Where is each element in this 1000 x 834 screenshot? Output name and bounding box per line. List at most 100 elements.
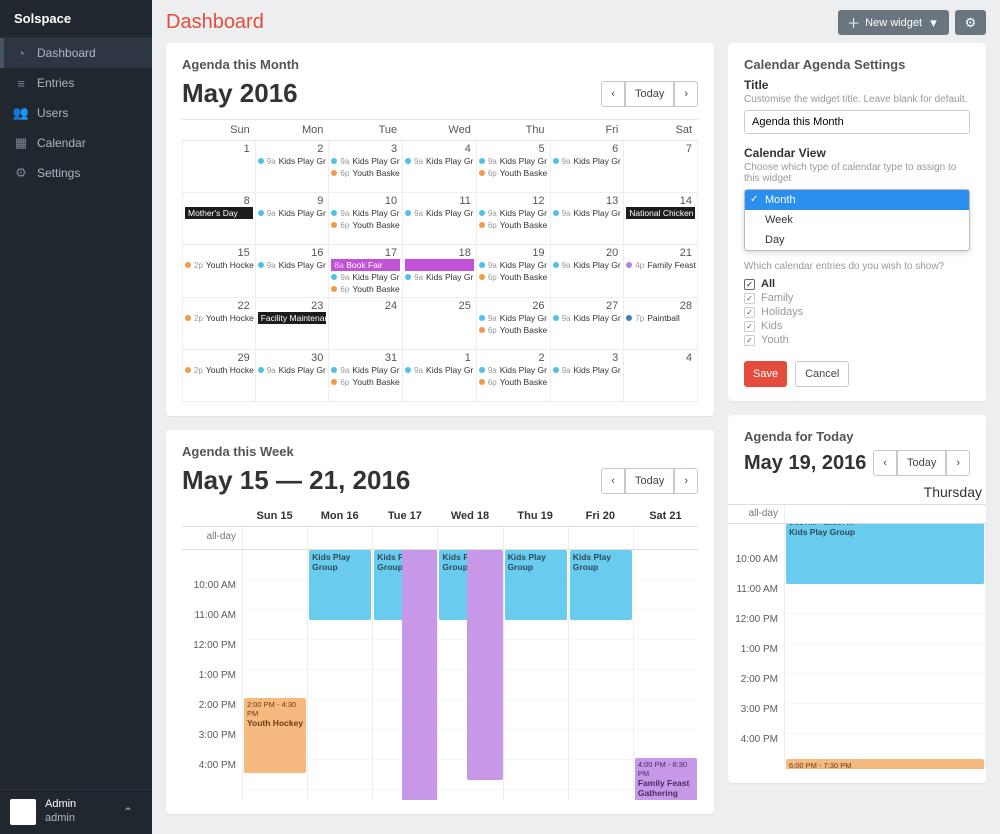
today-button[interactable]: Today xyxy=(897,450,946,476)
event-dot[interactable]: 9aKids Play Gr xyxy=(479,312,548,324)
event-dot[interactable]: 9aKids Play Gr xyxy=(553,155,622,167)
week-event[interactable]: Kids Play Group xyxy=(505,550,567,620)
calendar-cell[interactable]: 8Mother's Day xyxy=(182,193,256,245)
sidebar-item-dashboard[interactable]: ◔Dashboard xyxy=(0,38,152,68)
calendar-cell[interactable]: 39aKids Play Gr xyxy=(551,350,625,402)
sidebar-item-users[interactable]: 👥Users xyxy=(0,98,152,128)
calendar-cell[interactable]: 25 xyxy=(403,298,477,350)
today-button[interactable]: Today xyxy=(625,468,674,494)
dropdown-option[interactable]: Day xyxy=(745,230,969,250)
save-button[interactable]: Save xyxy=(744,361,787,387)
event-dot[interactable]: 9aKids Play Gr xyxy=(331,155,400,167)
event-dot[interactable]: 6pYouth Baske xyxy=(479,219,548,231)
event-dot[interactable]: 2pYouth Hocke xyxy=(185,259,253,271)
week-event[interactable] xyxy=(467,550,502,780)
prev-button[interactable]: ‹ xyxy=(601,81,625,107)
event-dot[interactable]: 9aKids Play Gr xyxy=(258,207,327,219)
calendar-cell[interactable]: 69aKids Play Gr xyxy=(551,141,625,193)
event-dot[interactable]: 9aKids Play Gr xyxy=(258,259,327,271)
event-block[interactable] xyxy=(405,259,474,271)
event-dot[interactable]: 9aKids Play Gr xyxy=(553,207,622,219)
event-dot[interactable]: 9aKids Play Gr xyxy=(479,259,548,271)
event-dot[interactable]: 6pYouth Baske xyxy=(331,219,400,231)
calendar-cell[interactable]: 39aKids Play Gr6pYouth Baske xyxy=(329,141,403,193)
calendar-cell[interactable]: 29aKids Play Gr xyxy=(256,141,330,193)
dropdown-option[interactable]: Month xyxy=(745,190,969,210)
calendar-cell[interactable]: 269aKids Play Gr6pYouth Baske xyxy=(477,298,551,350)
checkbox-family[interactable]: ✓Family xyxy=(744,291,970,305)
event-dot[interactable]: 9aKids Play Gr xyxy=(553,364,622,376)
event-dot[interactable]: 9aKids Play Gr xyxy=(405,364,474,376)
calendar-cell[interactable]: 7 xyxy=(624,141,698,193)
week-event[interactable] xyxy=(402,550,437,800)
calendar-cell[interactable]: 18 9aKids Play Gr xyxy=(403,245,477,298)
checkbox-kids[interactable]: ✓Kids xyxy=(744,319,970,333)
calendar-cell[interactable]: 109aKids Play Gr6pYouth Baske xyxy=(329,193,403,245)
checkbox-holidays[interactable]: ✓Holidays xyxy=(744,305,970,319)
week-event[interactable]: 4:00 PM - 6:30 PMFamily Feast Gathering xyxy=(635,758,697,800)
calendar-cell[interactable]: 279aKids Play Gr xyxy=(551,298,625,350)
event-dot[interactable]: 6pYouth Baske xyxy=(331,376,400,388)
event-block[interactable]: Mother's Day xyxy=(185,207,253,219)
calendar-cell[interactable]: 152pYouth Hocke xyxy=(182,245,256,298)
settings-button[interactable]: ⚙ xyxy=(955,10,986,35)
event-dot[interactable]: 9aKids Play Gr xyxy=(479,207,548,219)
calendar-cell[interactable]: 309aKids Play Gr xyxy=(256,350,330,402)
event-dot[interactable]: 9aKids Play Gr xyxy=(331,364,400,376)
calendar-cell[interactable]: 14National Chicken xyxy=(624,193,698,245)
calendar-cell[interactable]: 209aKids Play Gr xyxy=(551,245,625,298)
calendar-cell[interactable]: 129aKids Play Gr6pYouth Baske xyxy=(477,193,551,245)
cancel-button[interactable]: Cancel xyxy=(795,361,849,387)
checkbox-youth[interactable]: ✓Youth xyxy=(744,333,970,347)
calendar-cell[interactable]: 23Facility Maintenance xyxy=(256,298,330,350)
event-dot[interactable]: 6pYouth Baske xyxy=(479,376,548,388)
event-dot[interactable]: 6pYouth Baske xyxy=(479,271,548,283)
event-dot[interactable]: 9aKids Play Gr xyxy=(479,155,548,167)
sidebar-user[interactable]: Admin admin ⌃ xyxy=(0,789,152,834)
prev-button[interactable]: ‹ xyxy=(873,450,897,476)
next-button[interactable]: › xyxy=(674,468,698,494)
calendar-cell[interactable]: 319aKids Play Gr6pYouth Baske xyxy=(329,350,403,402)
today-button[interactable]: Today xyxy=(625,81,674,107)
day-event[interactable]: 9:00 AM - 11:30 AMKids Play Group xyxy=(786,524,984,584)
calendar-cell[interactable]: 169aKids Play Gr xyxy=(256,245,330,298)
calendar-cell[interactable]: 119aKids Play Gr xyxy=(403,193,477,245)
event-dot[interactable]: 9aKids Play Gr xyxy=(331,207,400,219)
event-dot[interactable]: 6pYouth Baske xyxy=(331,167,400,179)
event-dot[interactable]: 2pYouth Hocke xyxy=(185,312,253,324)
event-dot[interactable]: 9aKids Play Gr xyxy=(405,271,474,283)
calendar-cell[interactable]: 24 xyxy=(329,298,403,350)
next-button[interactable]: › xyxy=(946,450,970,476)
calendar-cell[interactable]: 29aKids Play Gr6pYouth Baske xyxy=(477,350,551,402)
calendar-cell[interactable]: 59aKids Play Gr6pYouth Baske xyxy=(477,141,551,193)
event-dot[interactable]: 6pYouth Baske xyxy=(479,324,548,336)
prev-button[interactable]: ‹ xyxy=(601,468,625,494)
title-input[interactable] xyxy=(744,110,970,134)
calendar-cell[interactable]: 4 xyxy=(624,350,698,402)
event-dot[interactable]: 9aKids Play Gr xyxy=(331,271,400,283)
calendar-cell[interactable]: 1 xyxy=(182,141,256,193)
calendar-cell[interactable]: 99aKids Play Gr xyxy=(256,193,330,245)
event-dot[interactable]: 7pPaintball xyxy=(626,312,695,324)
calendar-cell[interactable]: 49aKids Play Gr xyxy=(403,141,477,193)
event-dot[interactable]: 9aKids Play Gr xyxy=(258,364,327,376)
week-event[interactable]: 2:00 PM - 4:30 PMYouth Hockey xyxy=(244,698,306,773)
event-block[interactable]: Facility Maintenance xyxy=(258,312,327,324)
sidebar-item-entries[interactable]: ≡Entries xyxy=(0,68,152,98)
event-dot[interactable]: 4pFamily Feast xyxy=(626,259,695,271)
sidebar-item-calendar[interactable]: ▦Calendar xyxy=(0,128,152,158)
event-dot[interactable]: 9aKids Play Gr xyxy=(405,155,474,167)
new-widget-button[interactable]: ＋ New widget ▾ xyxy=(838,10,949,35)
dropdown-option[interactable]: Week xyxy=(745,210,969,230)
calendar-cell[interactable]: 199aKids Play Gr6pYouth Baske xyxy=(477,245,551,298)
event-dot[interactable]: 9aKids Play Gr xyxy=(258,155,327,167)
view-dropdown[interactable]: MonthWeekDay xyxy=(744,189,970,251)
chevron-up-icon[interactable]: ⌃ xyxy=(114,798,142,826)
event-dot[interactable]: 9aKids Play Gr xyxy=(553,259,622,271)
event-dot[interactable]: 9aKids Play Gr xyxy=(553,312,622,324)
event-block[interactable]: National Chicken xyxy=(626,207,695,219)
calendar-cell[interactable]: 287pPaintball xyxy=(624,298,698,350)
next-button[interactable]: › xyxy=(674,81,698,107)
week-event[interactable]: Kids Play Group xyxy=(309,550,371,620)
sidebar-item-settings[interactable]: ⚙Settings xyxy=(0,158,152,188)
